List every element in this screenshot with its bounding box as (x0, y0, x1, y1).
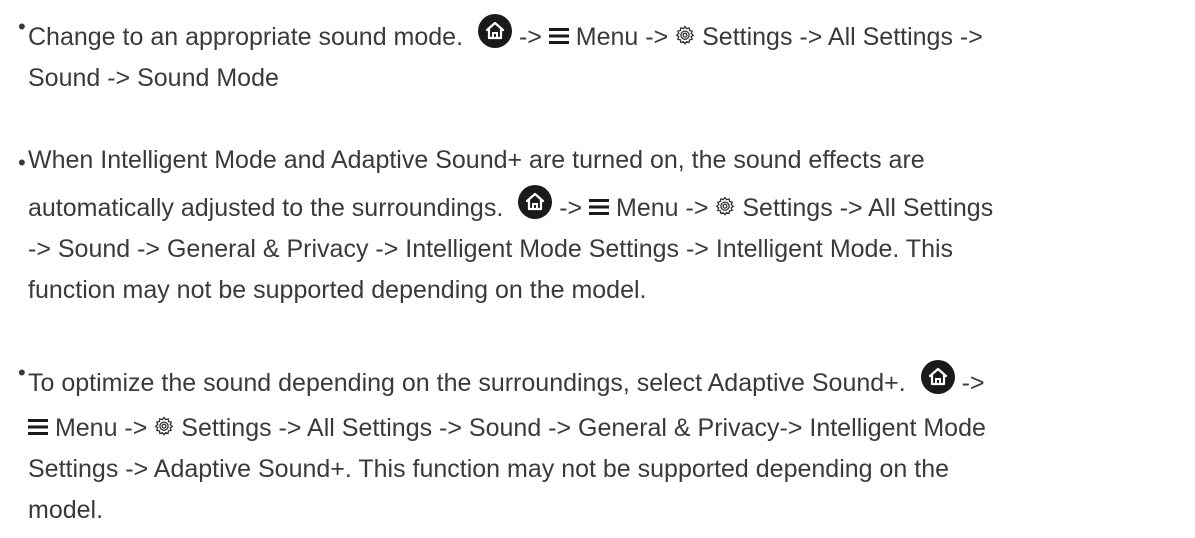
menu-label: Menu -> (54, 414, 148, 442)
bullet-dot: • (18, 360, 26, 385)
text-line: Change to an appropriate sound mode. -> … (28, 14, 983, 58)
text-span: automatically adjusted to the surroundin… (28, 194, 504, 222)
home-icon (921, 360, 955, 394)
text-line: When Intelligent Mode and Adaptive Sound… (28, 146, 925, 174)
bullet-dot: • (18, 150, 26, 175)
arrow-text: -> (518, 23, 542, 51)
arrow-text: -> (961, 369, 985, 397)
home-icon (478, 14, 512, 48)
text-span: Change to an appropriate sound mode. (28, 23, 464, 51)
settings-path: Settings -> All Settings -> (702, 23, 983, 51)
menu-label: Menu -> (575, 23, 669, 51)
list-item: • To optimize the sound depending on the… (18, 360, 986, 531)
menu-label: Menu -> (616, 194, 709, 222)
hamburger-menu-icon (549, 28, 569, 44)
home-icon (518, 185, 552, 219)
text-span: To optimize the sound depending on the s… (28, 369, 906, 397)
text-line: Settings -> Adaptive Sound+. This functi… (28, 455, 950, 483)
text-line: Sound -> Sound Mode (28, 64, 279, 92)
bullet-dot: • (18, 14, 26, 39)
text-line: -> Sound -> General & Privacy -> Intelli… (28, 235, 954, 263)
gear-icon (675, 25, 695, 45)
list-item: • Change to an appropriate sound mode. -… (18, 14, 983, 99)
text-line: model. (28, 496, 104, 524)
settings-path: Settings -> All Settings (742, 194, 994, 222)
arrow-text: -> (559, 194, 583, 222)
hamburger-menu-icon (589, 199, 609, 215)
gear-icon (154, 416, 174, 436)
text-line: function may not be supported depending … (28, 276, 647, 304)
gear-icon (715, 196, 735, 216)
text-line: To optimize the sound depending on the s… (28, 360, 986, 404)
settings-path: Settings -> All Settings -> Sound -> Gen… (181, 414, 986, 442)
text-line: Menu -> Settings -> All Settings -> Soun… (28, 408, 986, 449)
list-item: • When Intelligent Mode and Adaptive Sou… (18, 140, 993, 311)
text-line: automatically adjusted to the surroundin… (28, 185, 993, 229)
hamburger-menu-icon (28, 419, 48, 435)
